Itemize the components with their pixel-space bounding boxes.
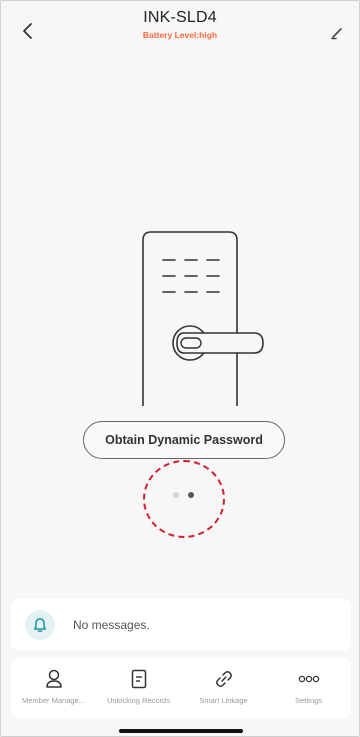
nav-label: Unlocking Records — [107, 696, 170, 705]
nav-settings[interactable]: Settings — [266, 658, 351, 718]
battery-level-text: Battery Level:high — [142, 30, 218, 40]
device-title: INK-SLD4 — [143, 9, 217, 26]
door-lock-illustration — [121, 226, 281, 411]
message-text: No messages. — [73, 618, 150, 632]
nav-label: Settings — [294, 696, 323, 705]
pencil-icon — [331, 28, 342, 40]
bell-icon — [33, 618, 47, 632]
home-indicator — [119, 729, 243, 733]
page-dot — [173, 492, 179, 498]
header: INK-SLD4 Battery Level:high — [1, 1, 359, 63]
page-indicator — [173, 492, 194, 498]
link-icon — [215, 671, 232, 687]
message-card[interactable]: No messages. — [11, 599, 351, 651]
nav-unlocking-records[interactable]: Unlocking Records — [96, 658, 181, 718]
more-dots-icon — [298, 675, 319, 683]
app-screen: INK-SLD4 Battery Level:high Obtain Dynam… — [0, 0, 360, 737]
obtain-dynamic-password-button[interactable]: Obtain Dynamic Password — [83, 421, 285, 459]
document-icon — [131, 669, 146, 689]
edit-button[interactable] — [325, 21, 349, 45]
bottom-nav: Member Manage... Unlocking Records Smart… — [11, 658, 351, 718]
highlight-annotation — [143, 460, 225, 538]
nav-member-management[interactable]: Member Manage... — [11, 658, 96, 718]
nav-label: Member Manage... — [22, 696, 85, 705]
nav-label: Smart Linkage — [199, 696, 248, 705]
bell-icon-wrap — [25, 610, 55, 640]
person-icon — [45, 669, 62, 688]
nav-smart-linkage[interactable]: Smart Linkage — [181, 658, 266, 718]
page-dot-active — [188, 492, 194, 498]
